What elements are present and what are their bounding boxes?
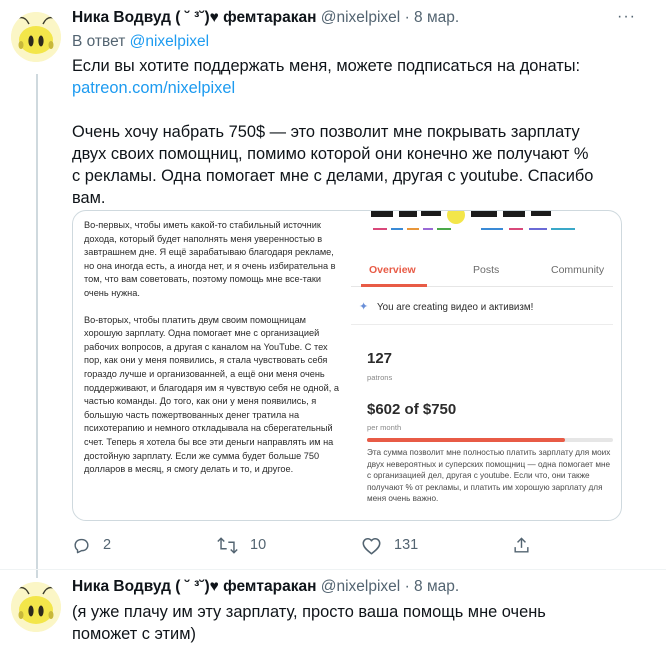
tweet-date[interactable]: 8 мар. <box>414 9 459 26</box>
banner-art-icon <box>371 211 575 230</box>
tweet-text-line: Если вы хотите поддержать меня, можете п… <box>72 57 581 75</box>
sparkle-icon: ✦ <box>359 301 369 313</box>
share-icon <box>514 536 529 553</box>
tweet-text-line: поможет с этим) <box>72 625 196 643</box>
retweet-button[interactable]: 10 <box>217 531 266 559</box>
goal-amount: $602 of $750 <box>367 401 457 418</box>
tab-posts[interactable]: Posts <box>473 264 499 276</box>
reply-to-line: В ответ @nixelpixel <box>72 32 209 52</box>
patrons-label: patrons <box>367 373 393 382</box>
more-options-icon[interactable]: ··· <box>617 8 636 26</box>
patreon-link[interactable]: patreon.com/nixelpixel <box>72 79 235 97</box>
reply-icon <box>74 538 89 553</box>
image-paragraph: Во-вторых, чтобы платить двум своим помо… <box>84 314 339 475</box>
patreon-panel: Overview Posts Community ✦ You are creat… <box>351 211 613 520</box>
tweet-text-line: Очень хочу набрать 750$ — это позволит м… <box>72 123 580 141</box>
patrons-count: 127 <box>367 350 393 367</box>
separator-dot: · <box>404 9 410 26</box>
thread-line <box>36 74 38 578</box>
display-name[interactable]: Ника Водвуд ( ˘ ³˘)♥ фемтаракан <box>72 578 316 595</box>
tweet-date[interactable]: 8 мар. <box>414 578 459 595</box>
goal-period: per month <box>367 423 402 432</box>
heart-icon <box>362 537 381 554</box>
image-paragraph: Во-первых, чтобы иметь какой-то стабильн… <box>84 220 336 298</box>
reply-to-handle-link[interactable]: @nixelpixel <box>130 33 210 50</box>
reply-button[interactable]: 2 <box>72 531 111 559</box>
display-name[interactable]: Ника Водвуд ( ˘ ³˘)♥ фемтаракан <box>72 9 316 26</box>
tweet-divider <box>0 569 666 570</box>
cockroach-avatar-icon <box>11 12 61 62</box>
tweet-text-line: с рекламы. Одна помогает мне с делами, д… <box>72 167 594 185</box>
like-button[interactable]: 131 <box>361 531 418 559</box>
tweet-text: Если вы хотите поддержать меня, можете п… <box>72 55 580 99</box>
reply-count: 2 <box>103 537 112 553</box>
active-tab-indicator <box>361 284 427 287</box>
tweet-header: Ника Водвуд ( ˘ ³˘)♥ фемтаракан @nixelpi… <box>72 8 459 28</box>
goal-progress-bar <box>367 438 613 442</box>
avatar[interactable] <box>11 12 61 62</box>
like-count: 131 <box>394 537 419 553</box>
avatar[interactable] <box>11 582 61 632</box>
image-left-text: Во-первых, чтобы иметь какой-то стабильн… <box>84 219 346 490</box>
patreon-tabs: Overview Posts Community <box>351 257 613 287</box>
patreon-banner <box>351 211 613 247</box>
creating-row: ✦ You are creating видео и активизм! <box>351 291 613 325</box>
cockroach-avatar-icon <box>11 582 61 632</box>
retweet-count: 10 <box>250 537 267 553</box>
separator-dot: · <box>404 578 410 595</box>
attached-image[interactable]: Во-первых, чтобы иметь какой-то стабильн… <box>72 210 622 521</box>
user-handle[interactable]: @nixelpixel <box>321 9 401 26</box>
tweet-actions: 2 10 131 <box>72 531 552 561</box>
goal-progress-fill <box>367 438 565 442</box>
tweet-text: (я уже плачу им эту зарплату, просто ваш… <box>72 601 546 645</box>
tweet-text-line: двух своих помощниц, помимо которой они … <box>72 145 589 163</box>
tweet-text-line: (я уже плачу им эту зарплату, просто ваш… <box>72 603 546 621</box>
creating-text: You are creating видео и активизм! <box>377 302 534 313</box>
tweet-text-line: вам. <box>72 189 106 207</box>
goal-description: Эта сумма позволит мне полностью платить… <box>367 448 611 504</box>
reply-to-label: В ответ <box>72 33 126 50</box>
user-handle[interactable]: @nixelpixel <box>321 578 401 595</box>
share-button[interactable] <box>512 531 543 559</box>
tab-overview[interactable]: Overview <box>369 264 416 276</box>
tweet-text-paragraph: Очень хочу набрать 750$ — это позволит м… <box>72 121 593 209</box>
tab-community[interactable]: Community <box>551 264 604 276</box>
tweet-header: Ника Водвуд ( ˘ ³˘)♥ фемтаракан @nixelpi… <box>72 577 459 597</box>
retweet-icon <box>217 536 238 554</box>
